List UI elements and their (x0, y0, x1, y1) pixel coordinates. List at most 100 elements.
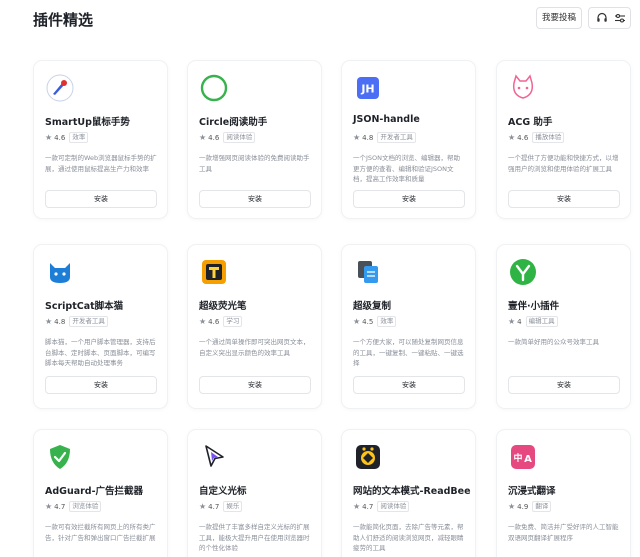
install-button[interactable]: 安装 (508, 376, 620, 394)
page-header: 插件精选 我要投稿 (0, 0, 640, 38)
cat-icon (508, 73, 538, 103)
svg-text:JH: JH (360, 83, 374, 96)
plugin-card-smartup[interactable]: SmartUp鼠标手势 ★ 4.6 效率 一款可定制的Web浏览器鼠标手势的扩展… (34, 61, 167, 218)
plugin-name: SmartUp鼠标手势 (45, 117, 130, 128)
plugin-name: 壹伴·小插件 (508, 301, 560, 312)
star-icon: ★ (353, 502, 361, 511)
plugin-card-yiban[interactable]: 壹伴·小插件 ★ 4 编辑工具 一款简单好用的公众号效率工具 安装 (497, 245, 630, 408)
plugin-name: 超级复制 (353, 301, 392, 312)
svg-text:中: 中 (513, 452, 522, 464)
translate-icon: 中A (508, 442, 538, 472)
plugin-tag: 阅读体验 (377, 501, 410, 512)
plugin-desc: 一个方便大家，可以随处复制网页信息的工具，一键复制、一键粘贴、一键选择 (353, 338, 464, 367)
submit-plugin-button[interactable]: 我要投稿 (536, 7, 582, 29)
star-icon: ★ (353, 133, 361, 142)
star-icon: ★ (508, 502, 516, 511)
plugin-meta: ★ 4.7 阅读体验 (353, 501, 410, 512)
install-button[interactable]: 安装 (199, 376, 311, 394)
plugin-card-readbee[interactable]: 网站的文本模式-ReadBee ★ 4.7 阅读体验 一款能简化页面，去除广告等… (342, 430, 475, 557)
plugin-desc: 一个提供了方便功能和快捷方式，以增强用户的浏览和使用体验的扩展工具 (508, 154, 619, 173)
star-icon: ★ (199, 133, 207, 142)
plugin-rating: 4.7 (54, 502, 66, 511)
install-button[interactable]: 安装 (353, 376, 465, 394)
plugin-card-json-handle[interactable]: JH JSON-handle ★ 4.8 开发者工具 一个JSON文档的浏览、编… (342, 61, 475, 218)
plugin-desc: 一个通过简单操作即可突出网页文本，自定义突出显示颜色的效率工具 (199, 338, 310, 357)
plugin-rating: 4.6 (517, 133, 529, 142)
plugin-tag: 学习 (223, 316, 243, 327)
plugin-name: AdGuard-广告拦截器 (45, 486, 144, 497)
plugin-name: 超级荧光笔 (199, 301, 247, 312)
plugin-desc: 一款可定制的Web浏览器鼠标手势的扩展，通过使用鼠标提高生产力和效率 (45, 154, 157, 173)
plugin-rating: 4.7 (208, 502, 220, 511)
plugin-tag: 阅读体验 (223, 132, 256, 143)
install-button[interactable]: 安装 (45, 376, 157, 394)
plugin-card-super-copy[interactable]: 超级复制 ★ 4.5 效率 一个方便大家，可以随处复制网页信息的工具，一键复制、… (342, 245, 475, 408)
star-icon: ★ (45, 133, 53, 142)
plugin-card-custom-cursor[interactable]: 自定义光标 ★ 4.7 娱乐 一款提供了丰富多样自定义光标的扩展工具，能极大提升… (188, 430, 321, 557)
star-icon: ★ (508, 317, 516, 326)
star-icon: ★ (45, 502, 53, 511)
jh-icon: JH (353, 73, 383, 103)
plugin-name: 沉浸式翻译 (508, 486, 556, 497)
plugin-tag: 播放体验 (532, 132, 565, 143)
shield-check-icon (45, 442, 75, 472)
plugin-card-acg[interactable]: ACG 助手 ★ 4.6 播放体验 一个提供了方便功能和快捷方式，以增强用户的浏… (497, 61, 630, 218)
plugin-rating: 4.7 (362, 502, 374, 511)
star-icon: ★ (45, 317, 53, 326)
star-icon: ★ (353, 317, 361, 326)
yiban-icon (508, 257, 538, 287)
plugin-meta: ★ 4 编辑工具 (508, 316, 558, 327)
plugin-name: ACG 助手 (508, 117, 553, 128)
plugin-meta: ★ 4.6 阅读体验 (199, 132, 256, 143)
plugin-meta: ★ 4.6 学习 (199, 316, 243, 327)
svg-text:A: A (524, 454, 532, 465)
cursor-icon (199, 442, 229, 472)
plugin-meta: ★ 4.8 开发者工具 (45, 316, 108, 327)
copy-icon (353, 257, 383, 287)
plugin-name: Circle阅读助手 (199, 117, 268, 128)
scriptcat-icon (45, 257, 75, 287)
install-button[interactable]: 安装 (353, 190, 465, 208)
plugin-card-circle[interactable]: Circle阅读助手 ★ 4.6 阅读体验 一款增强网页阅读体验的免费阅读助手工… (188, 61, 321, 218)
plugin-rating: 4.6 (54, 133, 66, 142)
install-button[interactable]: 安装 (199, 190, 311, 208)
plugin-meta: ★ 4.8 开发者工具 (353, 132, 416, 143)
plugin-card-immersive-translate[interactable]: 中A 沉浸式翻译 ★ 4.9 翻译 一款免费、简洁并广受好评的人工智能双语网页翻… (497, 430, 630, 557)
smartup-icon (45, 73, 75, 103)
plugin-name: ScriptCat脚本猫 (45, 301, 124, 312)
install-button[interactable]: 安装 (45, 190, 157, 208)
plugin-meta: ★ 4.6 效率 (45, 132, 89, 143)
plugin-rating: 4.8 (54, 317, 66, 326)
readbee-icon (353, 442, 383, 472)
plugin-tag: 娱乐 (223, 501, 243, 512)
plugin-desc: 一款免费、简洁并广受好评的人工智能双语网页翻译扩展程序 (508, 523, 619, 542)
plugin-name: 自定义光标 (199, 486, 247, 497)
plugin-tag: 开发者工具 (69, 316, 108, 327)
plugin-tag: 编辑工具 (525, 316, 558, 327)
plugin-card-highlighter[interactable]: 超级荧光笔 ★ 4.6 学习 一个通过简单操作即可突出网页文本，自定义突出显示颜… (188, 245, 321, 408)
plugin-desc: 一款简单好用的公众号效率工具 (508, 338, 599, 346)
plugin-card-adguard[interactable]: AdGuard-广告拦截器 ★ 4.7 浏览体验 一款可有效拦截所有网页上的所有… (34, 430, 167, 557)
plugin-desc: 脚本猫，一个用户脚本管理器，支持后台脚本、定时脚本、页面脚本，可编写脚本每天帮助… (45, 338, 156, 367)
plugin-tag: 浏览体验 (69, 501, 102, 512)
plugin-tag: 效率 (69, 132, 89, 143)
plugin-meta: ★ 4.9 翻译 (508, 501, 552, 512)
plugin-rating: 4.9 (517, 502, 529, 511)
plugin-rating: 4.5 (362, 317, 374, 326)
plugin-name: JSON-handle (353, 114, 420, 125)
sliders-icon[interactable] (613, 11, 627, 25)
plugin-meta: ★ 4.5 效率 (353, 316, 397, 327)
star-icon: ★ (508, 133, 516, 142)
star-icon: ★ (199, 317, 207, 326)
plugin-desc: 一款提供了丰富多样自定义光标的扩展工具，能极大提升用户在使用浏览器时的个性化体验 (199, 523, 310, 552)
headset-icon[interactable] (595, 11, 609, 25)
plugin-desc: 一款可有效拦截所有网页上的所有类广告，针对广告和弹出窗口广告拦截扩展 (45, 523, 156, 542)
plugin-meta: ★ 4.7 浏览体验 (45, 501, 102, 512)
plugin-tag: 效率 (377, 316, 397, 327)
plugin-card-scriptcat[interactable]: ScriptCat脚本猫 ★ 4.8 开发者工具 脚本猫，一个用户脚本管理器，支… (34, 245, 167, 408)
plugin-rating: 4.8 (362, 133, 374, 142)
install-button[interactable]: 安装 (508, 190, 620, 208)
plugin-meta: ★ 4.6 播放体验 (508, 132, 565, 143)
plugin-rating: 4.6 (208, 133, 220, 142)
circle-icon (199, 73, 229, 103)
